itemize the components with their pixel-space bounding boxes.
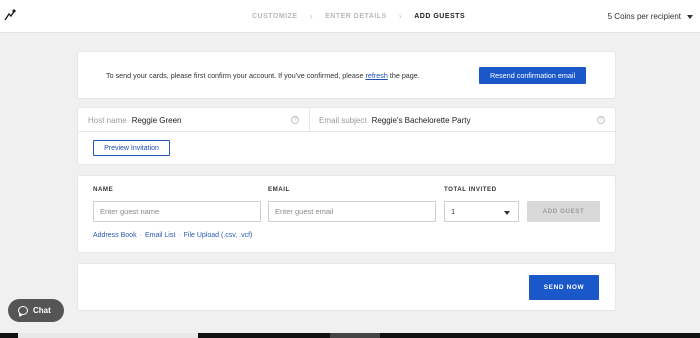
event-details-panel: Host name Reggie Green ? Email subject R… (78, 108, 615, 164)
confirm-message: To send your cards, please first confirm… (106, 71, 420, 80)
taskbar (0, 333, 700, 338)
host-name-value: Reggie Green (131, 115, 182, 125)
taskbar-segment (330, 333, 380, 338)
step-customize[interactable]: CUSTOMIZE (252, 13, 298, 20)
file-upload-link[interactable]: File Upload (.csv, .vcf) (184, 232, 253, 239)
address-book-link[interactable]: Address Book (93, 232, 137, 239)
total-invited-select[interactable]: 1 (444, 201, 519, 222)
step-separator: › (398, 11, 403, 21)
confirm-text-start: To send your cards, please first confirm… (106, 71, 366, 80)
send-now-button[interactable]: SEND NOW (529, 275, 599, 300)
guest-email-input[interactable]: Enter guest email (268, 201, 436, 222)
link-separator: · (178, 232, 181, 239)
email-subject-label: Email subject (319, 115, 367, 125)
import-links: Address Book · Email List · File Upload (.cs… (93, 232, 252, 239)
help-icon[interactable]: ? (291, 116, 299, 124)
event-details-row: Host name Reggie Green ? Email subject R… (78, 108, 615, 132)
preview-invitation-button[interactable]: Preview Invitation (93, 140, 170, 156)
total-invited-header: TOTAL INVITED (444, 186, 497, 193)
email-list-link[interactable]: Email List (145, 232, 175, 239)
link-separator: · (139, 232, 142, 239)
coins-label: 5 Coins per recipient (607, 12, 681, 21)
coins-dropdown[interactable]: 5 Coins per recipient (608, 12, 693, 21)
guest-name-input[interactable]: Enter guest name (93, 201, 261, 222)
add-guests-panel: NAME EMAIL TOTAL INVITED Enter guest nam… (78, 176, 615, 252)
step-add-guests[interactable]: ADD GUESTS (414, 13, 465, 20)
resend-confirmation-button[interactable]: Resend confirmation email (479, 67, 586, 84)
chat-bubble-icon (18, 306, 28, 315)
progress-steps: CUSTOMIZE › ENTER DETAILS › ADD GUESTS (252, 11, 465, 21)
chat-button[interactable]: Chat (8, 299, 64, 322)
total-invited-value: 1 (451, 207, 456, 216)
send-panel: SEND NOW (78, 264, 615, 310)
chat-label: Chat (33, 306, 51, 315)
add-guest-button[interactable]: ADD GUEST (527, 201, 600, 222)
step-enter-details[interactable]: ENTER DETAILS (325, 13, 387, 20)
help-icon[interactable]: ? (597, 116, 605, 124)
name-column-header: NAME (93, 186, 114, 193)
caret-down-icon (504, 211, 510, 215)
confirm-text-end: the page. (387, 71, 420, 80)
caret-down-icon (687, 14, 693, 19)
host-name-field[interactable]: Host name Reggie Green (88, 108, 308, 132)
taskbar-segment (18, 333, 198, 338)
top-bar: CUSTOMIZE › ENTER DETAILS › ADD GUESTS 5… (0, 0, 700, 33)
logo-icon[interactable] (3, 8, 17, 22)
host-name-label: Host name (88, 115, 127, 125)
email-subject-field[interactable]: Email subject Reggie's Bachelorette Part… (319, 108, 606, 132)
step-separator: › (309, 11, 314, 21)
email-subject-value: Reggie's Bachelorette Party (371, 115, 471, 125)
divider (309, 108, 310, 132)
confirm-account-panel: To send your cards, please first confirm… (78, 52, 615, 98)
refresh-link[interactable]: refresh (365, 71, 387, 80)
email-column-header: EMAIL (268, 186, 290, 193)
